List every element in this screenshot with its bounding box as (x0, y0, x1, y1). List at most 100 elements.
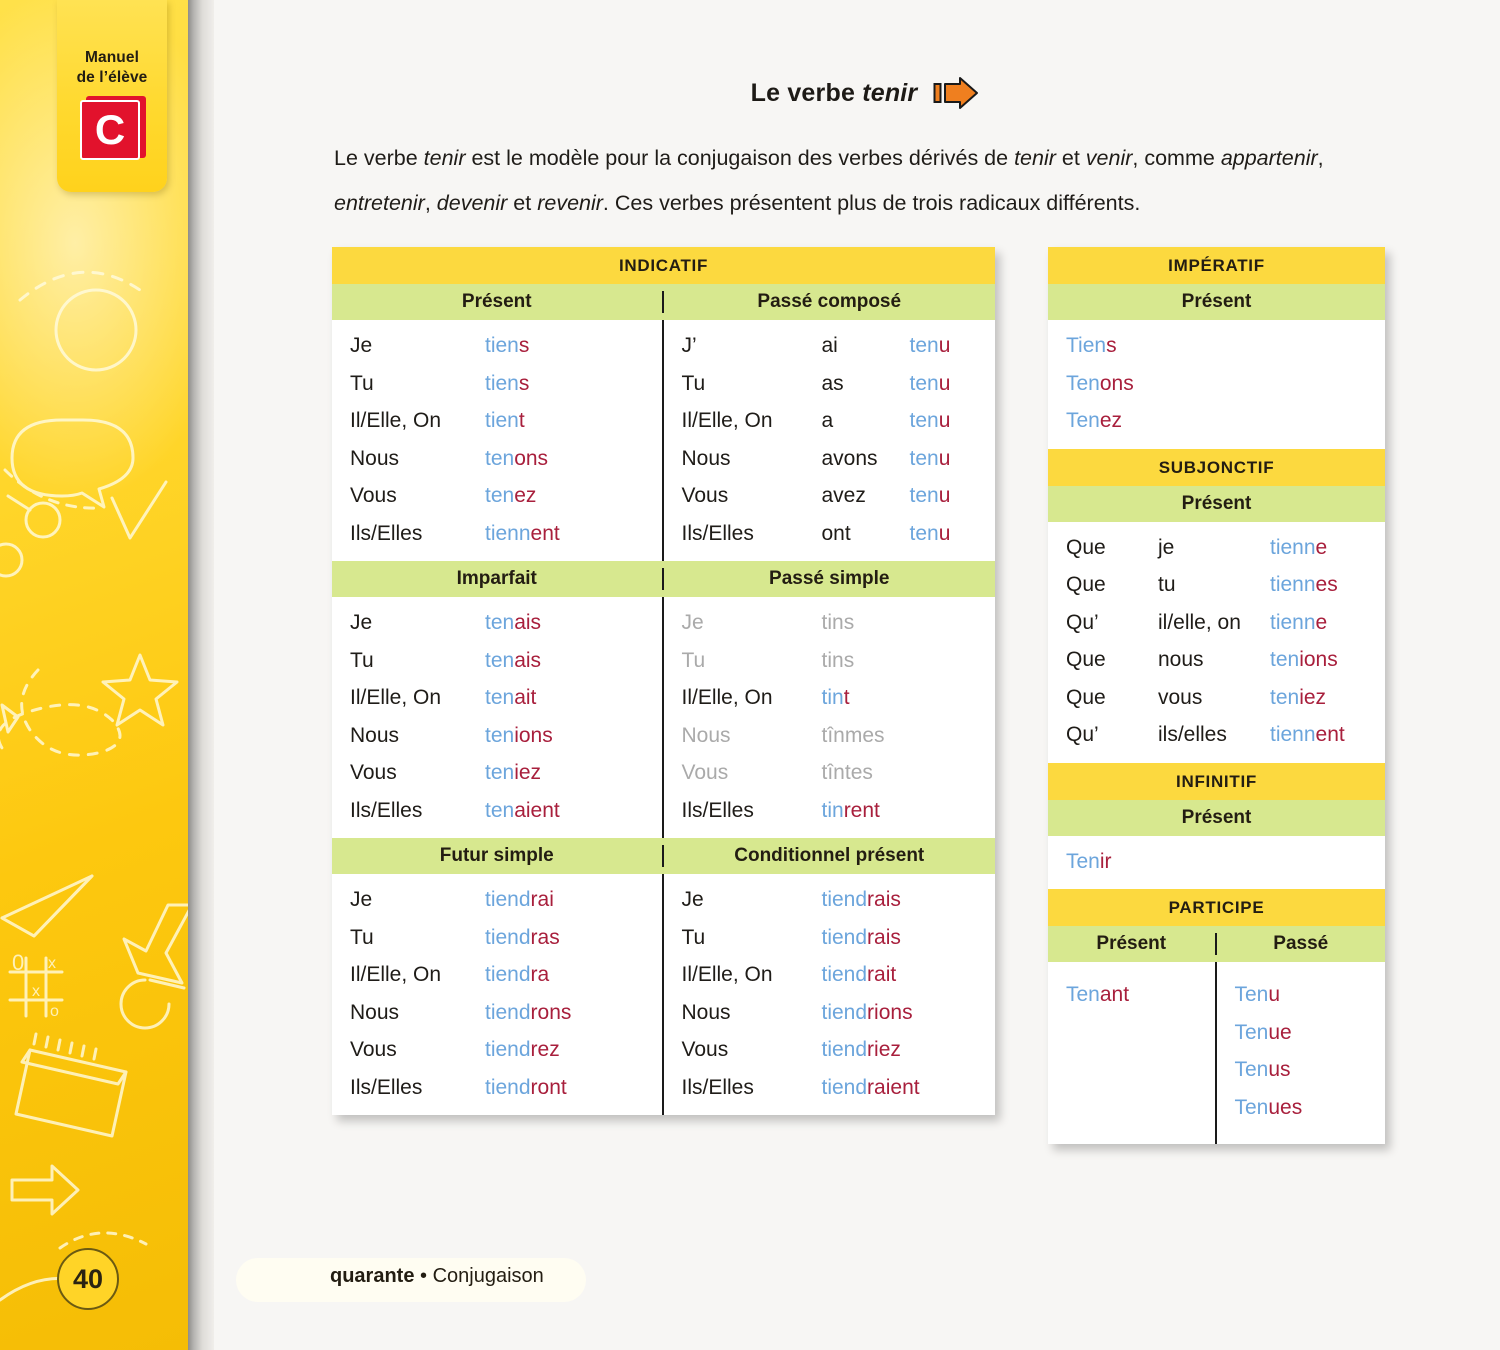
verb-form: tienne (1270, 604, 1327, 642)
verb-ending: rais (867, 925, 901, 949)
pronoun: Je (350, 888, 373, 911)
conditionnel-present-column: Je tiendrais Tu tiendrais Il/Elle, On tiendra… (664, 874, 996, 1115)
pronoun: Vous (681, 1038, 729, 1061)
verb-form: tenais (485, 604, 541, 642)
participe-passe-column: Tenu Tenue Tenus Tenues (1217, 962, 1386, 1144)
conjugation-row: Tu tiendras (332, 919, 662, 957)
conjugation-row: Je tiendrais (664, 881, 996, 919)
pronoun: Il/Elle, On (350, 686, 442, 709)
present-column: Je tiens Tu tiens Il/Elle, On tient Nous tenons… (332, 320, 664, 561)
pronoun: nous (1158, 648, 1204, 671)
intro-text-2: est le modèle pour la conjugaison des ve… (465, 146, 1015, 170)
auxiliary-verb: ai (821, 334, 838, 357)
verb-form: tiendriez (822, 1031, 901, 1069)
pronoun: vous (1158, 685, 1203, 709)
conjugation-row: Vous avez tenu (664, 477, 996, 515)
page-title-prefix: Le verbe (750, 78, 863, 107)
pronoun: Ils/Elles (350, 521, 423, 545)
conjugation-row: Tenues (1217, 1089, 1386, 1127)
verb-stem: tiend (485, 1075, 531, 1099)
pronoun: Tu (681, 371, 706, 395)
verb-ending: u (938, 334, 951, 357)
page-title: Le verbe tenir (751, 79, 918, 108)
verb-stem: tiend (485, 888, 531, 911)
manual-tab-card[interactable]: Manuel de l’élève C (57, 0, 167, 192)
conjugation-row: Ils/Elles ont tenu (664, 515, 996, 553)
verb-form: Tiens (1066, 327, 1117, 365)
present-rows: Je tiens Tu tiens Il/Elle, On tient Nous tenons… (332, 320, 662, 561)
verb-form: tinrent (822, 792, 880, 830)
verb-ending: ant (1099, 983, 1130, 1006)
conjugation-row: Vous tiendrez (332, 1031, 662, 1069)
participe-present-rows: Tenant (1048, 969, 1215, 1023)
conjugation-row: J’ ai tenu (664, 327, 996, 365)
intro-text-7: et (507, 191, 538, 215)
infinitif-rows: Tenir (1048, 836, 1385, 890)
conjugation-row: Tu as tenu (664, 365, 996, 403)
verb-form: tenaient (485, 792, 560, 830)
verb-ending: iez (514, 761, 542, 784)
verb-ending: ait (514, 686, 537, 709)
verb-stem: ten (909, 521, 939, 545)
moods-table: IMPÉRATIF Présent Tiens Tenons Tenez SUBJO… (1048, 247, 1385, 1144)
verb-ending: ons (1099, 371, 1134, 395)
verb-form: tenu (910, 402, 951, 440)
verb-form: tiennent (485, 515, 560, 553)
verb-ending: ons (514, 446, 549, 470)
conjugation-row: Tu tins (664, 642, 996, 680)
verb-ending: înmes (827, 723, 885, 747)
verb-stem: Ten (1066, 983, 1100, 1006)
verb-form: tiendrions (822, 994, 913, 1032)
page-number-badge: 40 (57, 1248, 119, 1310)
verb-form: Tenir (1066, 843, 1112, 881)
verb-ending: s (518, 371, 530, 395)
textbook-page: 0 x x o Manuel de l’élève C 40 Le verbe … (0, 0, 1500, 1350)
indicatif-row3-headers: Futur simple Conditionnel présent (332, 838, 995, 874)
verb-stem: tiend (821, 1038, 868, 1061)
infinitif-present-header: Présent (1048, 799, 1385, 836)
verb-ending: es (1315, 573, 1338, 596)
verb-ending: ez (514, 484, 537, 507)
verb-ending: ir (1099, 849, 1112, 873)
verb-ending: raient (867, 1075, 920, 1099)
conjugation-row: Ils/Elles tinrent (664, 792, 996, 830)
verb-form: tins (822, 604, 855, 642)
verb-form: tenions (485, 717, 553, 755)
verb-ending: u (938, 409, 951, 432)
verb-form: tient (485, 402, 525, 440)
intro-verb-revenir: revenir (537, 191, 603, 215)
verb-ending: ra (530, 963, 550, 986)
indicatif-table: INDICATIF Présent Passé composé Je tiens T… (332, 247, 995, 1115)
verb-stem: ten (485, 761, 515, 784)
verb-ending: iez (1299, 685, 1327, 709)
verb-stem: tin (821, 798, 844, 822)
verb-ending: ions (514, 723, 553, 747)
pronoun: Tu (350, 925, 374, 949)
verb-form: tiendrai (485, 881, 554, 919)
verb-stem: tiend (485, 925, 531, 949)
subjonctif-title: SUBJONCTIF (1048, 448, 1385, 486)
conjugation-row: Tu tiens (332, 365, 662, 403)
participe-passe-rows: Tenu Tenue Tenus Tenues (1217, 969, 1386, 1135)
book-icon: C (80, 94, 146, 160)
verb-stem: ten (909, 446, 939, 470)
participe-title: PARTICIPE (1048, 889, 1385, 926)
conjugation-row: Nous avons tenu (664, 440, 996, 478)
verb-form: tiennes (1270, 566, 1338, 604)
book-icon-letter: C (94, 106, 126, 153)
verb-ending: ins (827, 611, 855, 634)
conjugation-row: Tenons (1048, 365, 1385, 403)
verb-stem: ten (485, 484, 515, 507)
conjugation-row: Il/Elle, On tient (332, 402, 662, 440)
intro-verb-devenir: devenir (436, 191, 508, 215)
pronoun: Tu (350, 371, 374, 395)
conjugation-row: Il/Elle, On tint (664, 679, 996, 717)
verb-ending: e (1315, 610, 1328, 634)
manual-tab-label: Manuel de l’élève (57, 48, 167, 88)
indicatif-row3-body: Je tiendrai Tu tiendras Il/Elle, On tiendra No… (332, 874, 995, 1115)
book-spine-shadow (188, 0, 214, 1350)
verb-stem: ten (1270, 685, 1300, 709)
verb-stem: tien (485, 371, 519, 395)
imperatif-rows: Tiens Tenons Tenez (1048, 320, 1385, 449)
conjugation-row: Nous tenons (332, 440, 662, 478)
